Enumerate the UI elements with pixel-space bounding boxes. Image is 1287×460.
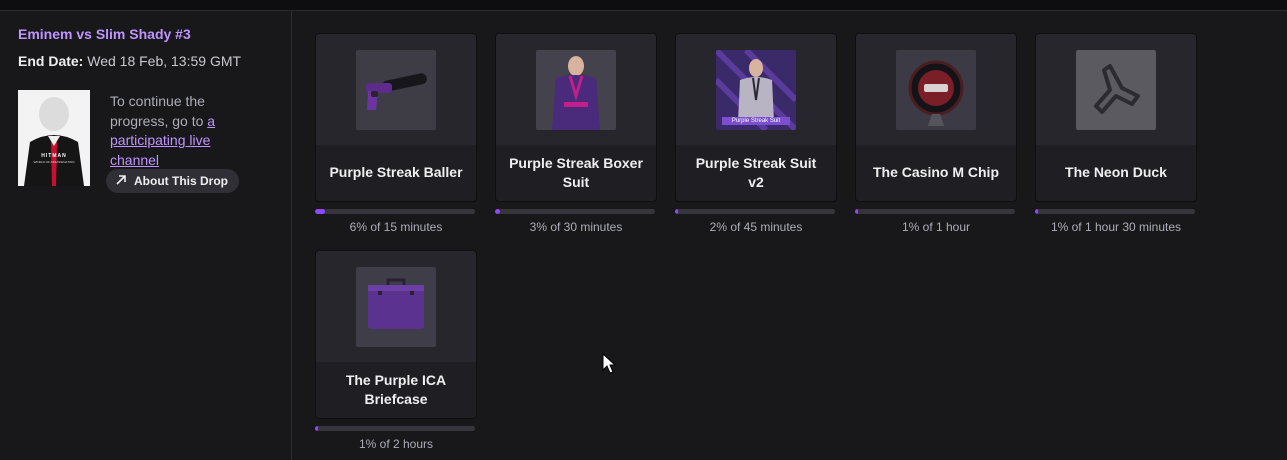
drop-card[interactable]: Purple Streak Suit Purple Streak Suit v2… [675,33,837,234]
progress-info: To continue the progress, go to a partic… [110,92,250,170]
drop-name: The Neon Duck [1065,164,1167,180]
progress-bar [855,209,1015,214]
boxer-suit-image [536,50,616,130]
drop-card[interactable]: Purple Streak Baller 6% of 15 minutes [315,33,477,234]
neon-duck-icon [1076,50,1156,130]
mouse-cursor-icon [602,352,617,380]
arrow-up-right-icon [115,174,127,189]
casino-chip-image [896,50,976,130]
about-this-drop-button[interactable]: About This Drop [106,169,239,193]
progress-fill [495,209,500,214]
progress-fill [1035,209,1039,214]
progress-bar [675,209,835,214]
drop-name: Purple Streak Suit v2 [695,154,817,190]
progress-fill [675,209,679,214]
drop-card-box[interactable]: Purple Streak Baller [315,33,477,202]
drop-card-box[interactable]: The Casino M Chip [855,33,1017,202]
cover-subtitle-text: WORLD OF ASSASSINATION [33,160,75,164]
pistol-image [356,50,436,130]
drop-card[interactable]: The Purple ICA Briefcase 1% of 2 hours [315,250,477,451]
progress-text: 1% of 2 hours [358,437,434,451]
progress-bar [1035,209,1195,214]
progress-bar [315,426,475,431]
game-cover-image[interactable]: HITMAN WORLD OF ASSASSINATION [18,90,90,186]
drop-name: Purple Streak Boxer Suit [509,154,643,190]
end-date-label: End Date: [18,53,84,69]
briefcase-image [356,267,436,347]
progress-text: 3% of 30 minutes [529,220,623,234]
drop-card-box[interactable]: Purple Streak Boxer Suit [495,33,657,202]
progress-text: 1% of 1 hour 30 minutes [1050,220,1182,234]
drop-card-box[interactable]: The Neon Duck [1035,33,1197,202]
progress-text: 6% of 15 minutes [349,220,443,234]
progress-text: 2% of 45 minutes [709,220,803,234]
drop-card[interactable]: The Neon Duck 1% of 1 hour 30 minutes [1035,33,1197,234]
end-date: End Date: Wed 18 Feb, 13:59 GMT [18,53,241,69]
cover-logo-text: HITMAN [41,153,67,159]
progress-bar [495,209,655,214]
progress-info-text: To continue the progress, go to [110,93,208,129]
drop-name: The Purple ICA Briefcase [345,371,447,407]
top-bar [0,0,1287,11]
campaign-panel [0,11,292,460]
end-date-value: Wed 18 Feb, 13:59 GMT [87,53,242,69]
drop-card-box[interactable]: The Purple ICA Briefcase [315,250,477,419]
suit-image: Purple Streak Suit [716,50,796,130]
progress-text: 1% of 1 hour [901,220,971,234]
progress-fill [315,209,325,214]
progress-fill [855,209,859,214]
progress-bar [315,209,475,214]
drop-name: The Casino M Chip [873,164,999,180]
drop-name: Purple Streak Baller [329,164,463,180]
campaign-title[interactable]: Eminem vs Slim Shady #3 [18,26,191,42]
drop-card[interactable]: The Casino M Chip 1% of 1 hour [855,33,1017,234]
progress-fill [315,426,319,431]
drop-card-box[interactable]: Purple Streak Suit Purple Streak Suit v2 [675,33,837,202]
about-this-drop-label: About This Drop [134,174,228,188]
suit-image-caption: Purple Streak Suit [722,117,790,125]
drop-card[interactable]: Purple Streak Boxer Suit 3% of 30 minute… [495,33,657,234]
